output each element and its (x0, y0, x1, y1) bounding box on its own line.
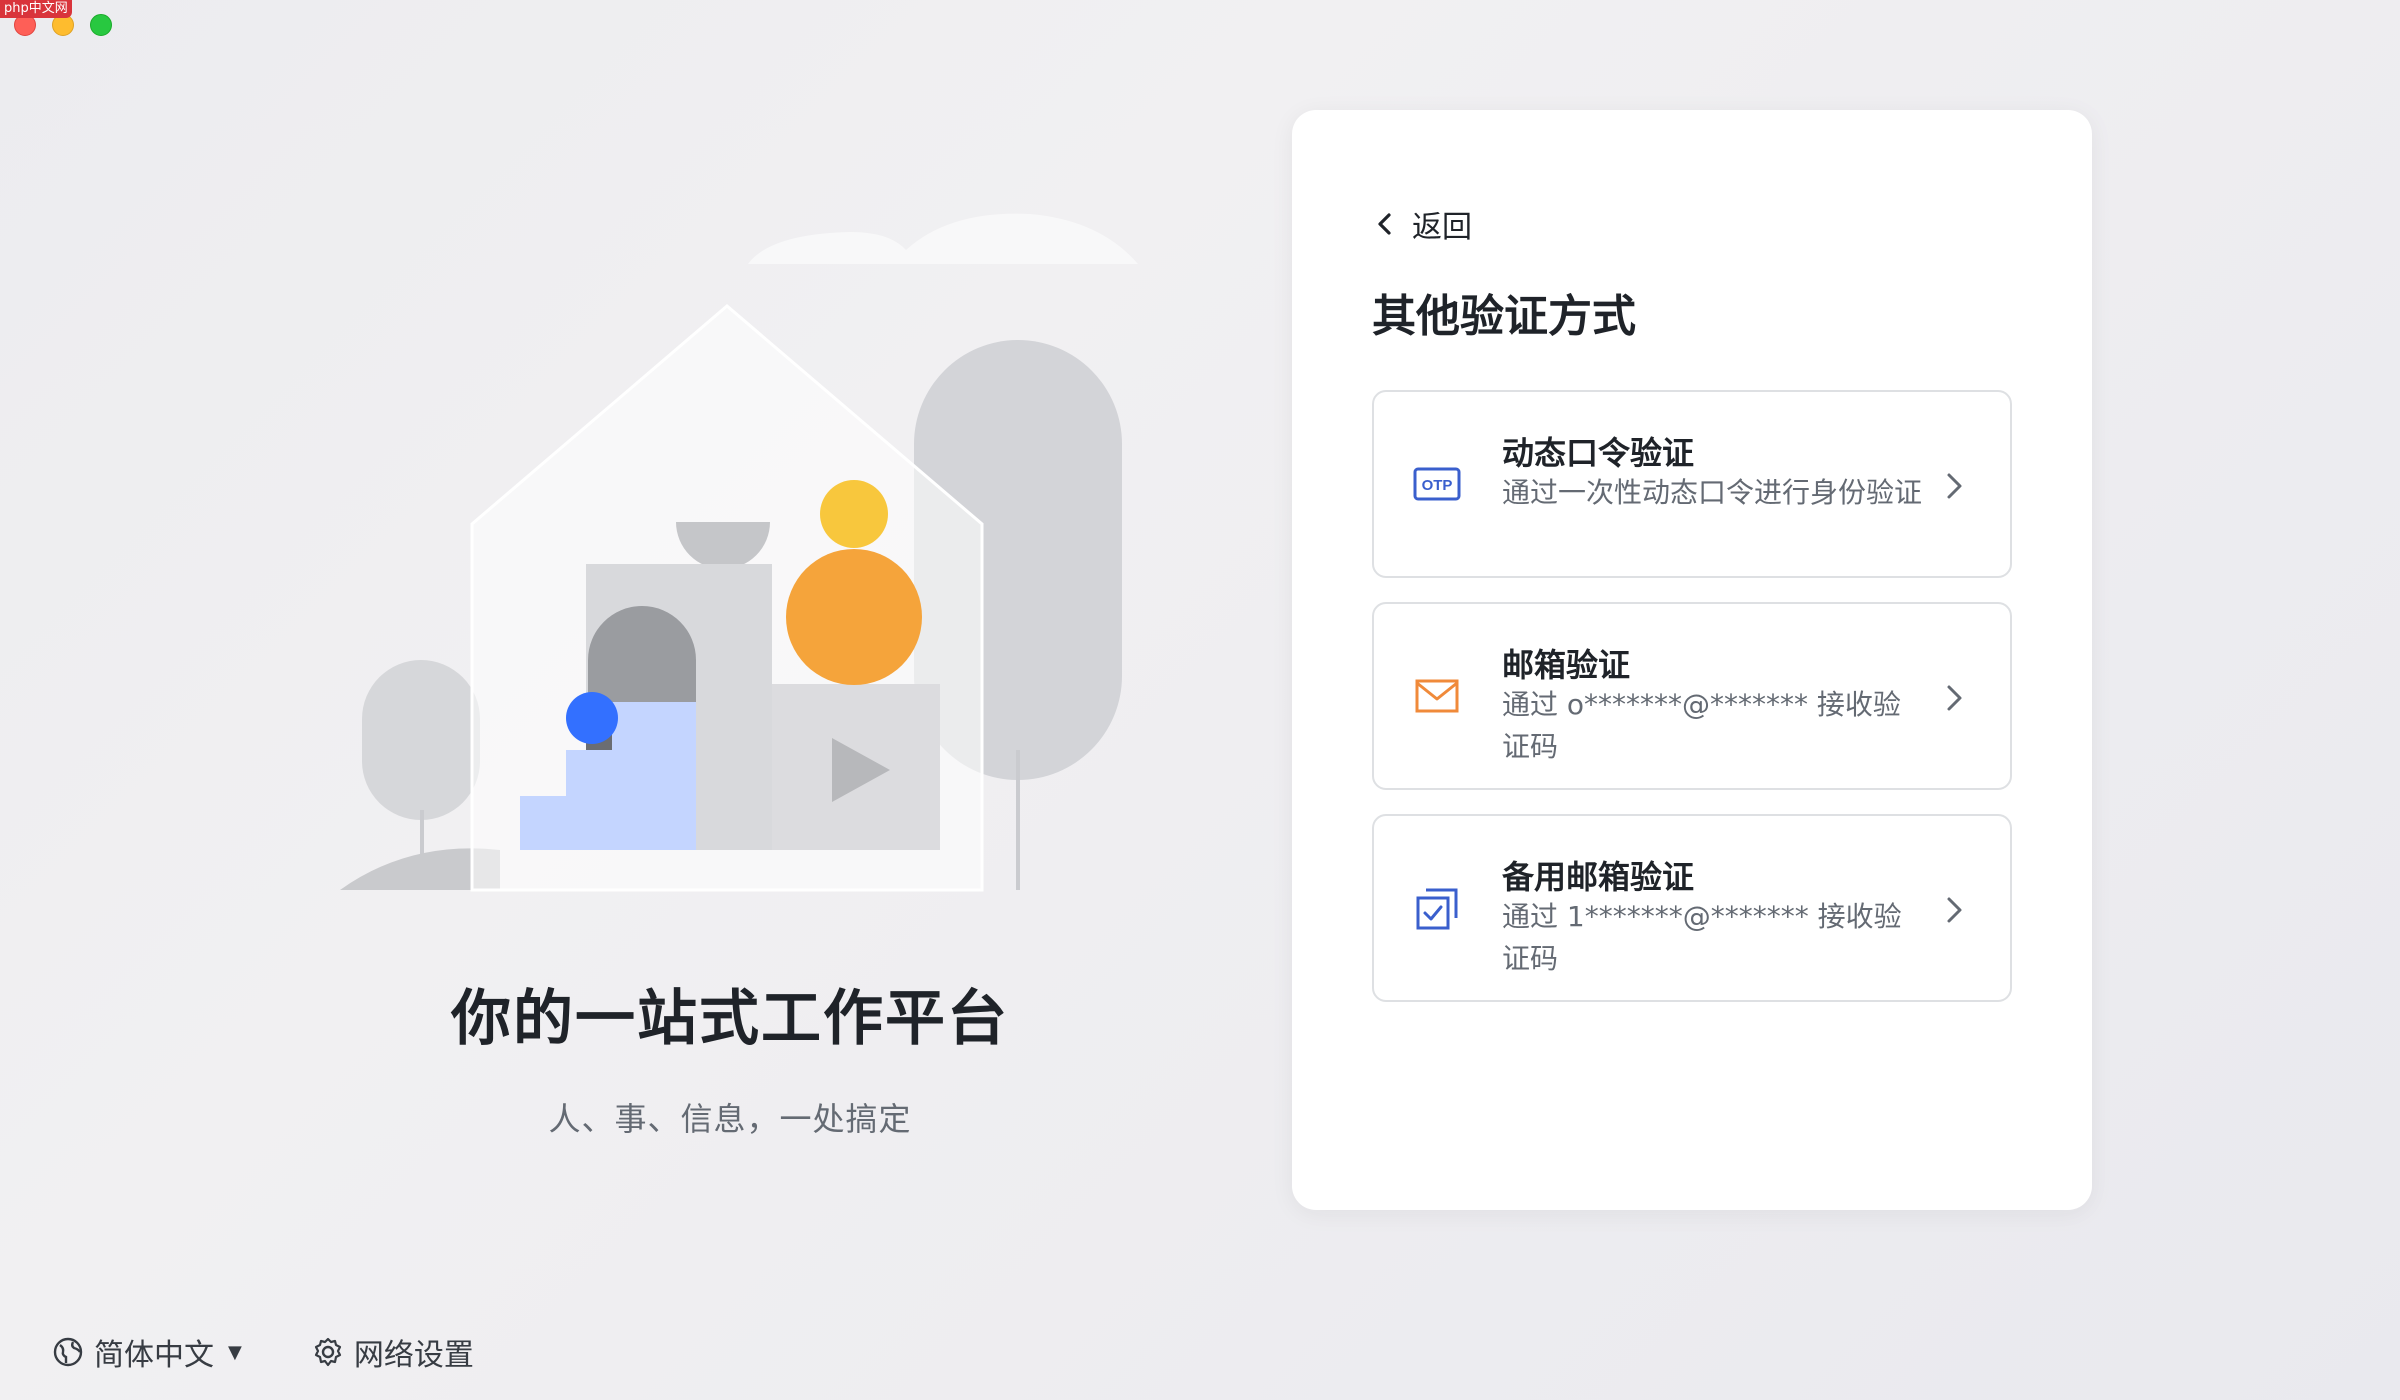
network-settings-label: 网络设置 (353, 1338, 474, 1373)
chevron-right-icon (1947, 473, 1962, 499)
orange-circle (786, 549, 922, 685)
globe-icon (53, 1337, 83, 1367)
back-label: 返回 (1412, 210, 1472, 245)
hero-title: 你的一站式工作平台 (451, 984, 1009, 1054)
option-title: 邮箱验证 (1502, 646, 1631, 684)
hero-illustration (340, 213, 1138, 892)
caret-down-icon: ▼ (228, 1341, 242, 1363)
otp-icon-text: OTP (1422, 477, 1453, 494)
mail-icon (1415, 679, 1459, 713)
card-title: 其他验证方式 (1372, 291, 1636, 342)
chevron-right-icon (1947, 685, 1962, 711)
footer-bar: 简体中文 ▼ 网络设置 (52, 1330, 474, 1374)
backup-email-verification-option[interactable]: 备用邮箱验证 通过 1*******@******* 接收验证码 (1372, 814, 2012, 1002)
option-title: 备用邮箱验证 (1502, 858, 1695, 896)
option-title: 动态口令验证 (1502, 434, 1695, 472)
network-settings-button[interactable]: 网络设置 (312, 1330, 474, 1374)
watermark-badge: php中文网 (0, 0, 72, 18)
otp-verification-option[interactable]: OTP 动态口令验证 通过一次性动态口令进行身份验证 (1372, 390, 2012, 578)
hero-subtitle: 人、事、信息，一处搞定 (548, 1100, 912, 1138)
chevron-left-icon (1378, 213, 1391, 235)
verification-card: 返回 其他验证方式 OTP 动态口令验证 通过一次性动态口令进行身份验证 邮箱验… (1292, 110, 2092, 1210)
blue-dot (566, 692, 618, 744)
gear-icon (314, 1337, 341, 1367)
backup-mail-icon (1416, 888, 1458, 930)
cloud-shape (748, 213, 1138, 264)
chevron-right-icon (1947, 897, 1962, 923)
language-label: 简体中文 (94, 1338, 214, 1373)
back-button[interactable]: 返回 (1372, 202, 1472, 246)
left-tree-crown (362, 660, 480, 820)
language-selector[interactable]: 简体中文 ▼ (52, 1330, 242, 1374)
option-description: 通过一次性动态口令进行身份验证 (1502, 476, 1923, 509)
maximize-window-button[interactable] (90, 14, 112, 36)
otp-icon: OTP (1413, 467, 1461, 501)
option-description: 通过 o*******@******* 接收验证码 (1502, 688, 1901, 763)
yellow-circle (820, 480, 888, 548)
email-verification-option[interactable]: 邮箱验证 通过 o*******@******* 接收验证码 (1372, 602, 2012, 790)
option-description: 通过 1*******@******* 接收验证码 (1502, 900, 1902, 975)
